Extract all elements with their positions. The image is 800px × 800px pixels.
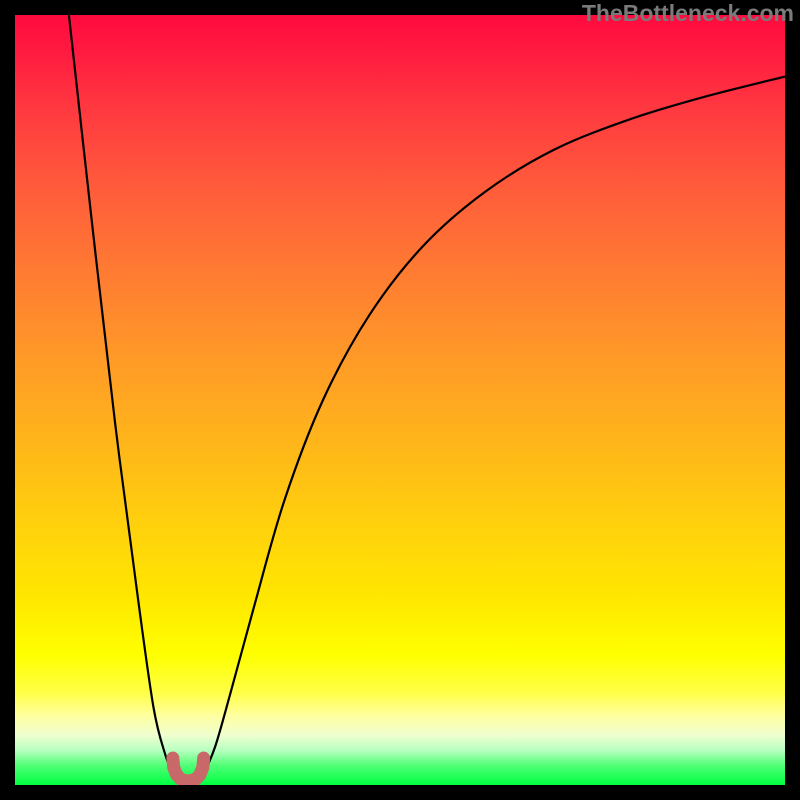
plot-area bbox=[15, 15, 785, 785]
watermark-text: TheBottleneck.com bbox=[582, 0, 794, 27]
